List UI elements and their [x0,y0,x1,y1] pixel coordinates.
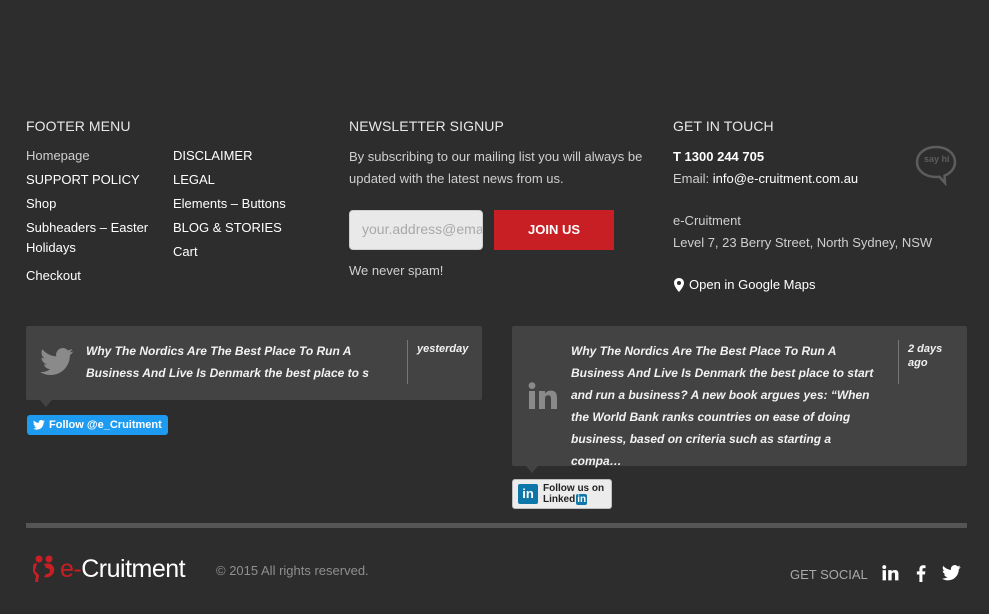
menu-link-blog-stories[interactable]: BLOG & STORIES [173,218,323,238]
contact-company: e-Cruitment [673,213,741,228]
footer-menu-col2: DISCLAIMER LEGAL Elements – Buttons BLOG… [173,146,323,262]
twitter-feed-box: Why The Nordics Are The Best Place To Ru… [26,326,482,400]
contact-email-row: Email: info@e-cruitment.com.au [673,168,858,190]
menu-link-disclaimer[interactable]: DISCLAIMER [173,146,323,166]
logo-prefix: e- [60,554,82,583]
contact-email-link[interactable]: info@e-cruitment.com.au [713,171,858,186]
tweet-divider [407,340,408,384]
linkedin-badge-icon: in [518,484,538,504]
footer-linkedin-icon[interactable] [882,565,899,586]
menu-link-elements-buttons[interactable]: Elements – Buttons [173,194,323,214]
logo-link[interactable]: e-Cruitment [30,554,186,584]
footer-menu-col1: Homepage SUPPORT POLICY Shop Subheaders … [26,146,166,286]
logo-text: e-Cruitment [60,554,186,583]
newsletter-heading: NEWSLETTER SIGNUP [349,118,504,134]
menu-link-checkout[interactable]: Checkout [26,266,166,286]
linkedin-post-time: 2 days ago [908,343,943,369]
copyright: © 2015 All rights reserved. [216,563,369,578]
twitter-follow-button[interactable]: Follow @e_Cruitment [27,415,168,435]
twitter-follow-label: Follow @e_Cruitment [49,419,162,431]
google-maps-label: Open in Google Maps [689,277,816,292]
menu-link-cart[interactable]: Cart [173,242,323,262]
linkedin-feed-box: Why The Nordics Are The Best Place To Ru… [512,326,967,468]
linkedin-follow-line1: Follow us on [543,483,605,494]
linkedin-divider [898,340,899,384]
google-maps-link[interactable]: Open in Google Maps [673,274,815,296]
linkedin-pointer [526,466,538,473]
menu-link-support-policy[interactable]: SUPPORT POLICY [26,170,166,190]
footer-menu-heading: FOOTER MENU [26,118,131,134]
get-social-label: GET SOCIAL [790,567,868,582]
logo-people-icon [33,555,55,582]
say-hi-text: say hi [924,154,950,164]
contact-address: Level 7, 23 Berry Street, North Sydney, … [673,235,933,250]
linkedin-in-mark: in [576,494,588,505]
linkedin-post-text[interactable]: Why The Nordics Are The Best Place To Ru… [571,340,881,472]
linkedin-badge-text: Follow us on Linked in [543,483,604,505]
newsletter-email-input[interactable]: your.address@email.com [349,210,483,250]
footer-facebook-icon[interactable] [916,565,926,587]
linkedin-word: Linked [543,494,576,505]
menu-link-homepage[interactable]: Homepage [26,146,166,166]
footer-twitter-icon[interactable] [942,565,961,586]
map-pin-icon [674,278,684,292]
say-hi-bubble-icon[interactable]: say hi [914,144,958,187]
email-label: Email: [673,171,713,186]
twitter-icon [40,348,74,376]
contact-phone: T 1300 244 705 [673,149,765,164]
join-us-button[interactable]: JOIN US [494,210,614,250]
twitter-bird-icon [33,420,45,430]
menu-link-legal[interactable]: LEGAL [173,170,323,190]
linkedin-icon [528,382,557,409]
menu-link-subheaders[interactable]: Subheaders – Easter Holidays [26,218,156,258]
tweet-pointer [40,400,52,407]
menu-link-shop[interactable]: Shop [26,194,166,214]
footer-divider [26,523,967,528]
no-spam-note: We never spam! [349,263,444,278]
tweet-time: yesterday [417,343,469,355]
tweet-text[interactable]: Why The Nordics Are The Best Place To Ru… [86,340,404,384]
linkedin-follow-button[interactable]: in Follow us on Linked in [512,479,612,509]
linkedin-follow-line2: Linked in [543,494,604,505]
newsletter-text: By subscribing to our mailing list you w… [349,149,643,186]
contact-heading: GET IN TOUCH [673,118,774,134]
